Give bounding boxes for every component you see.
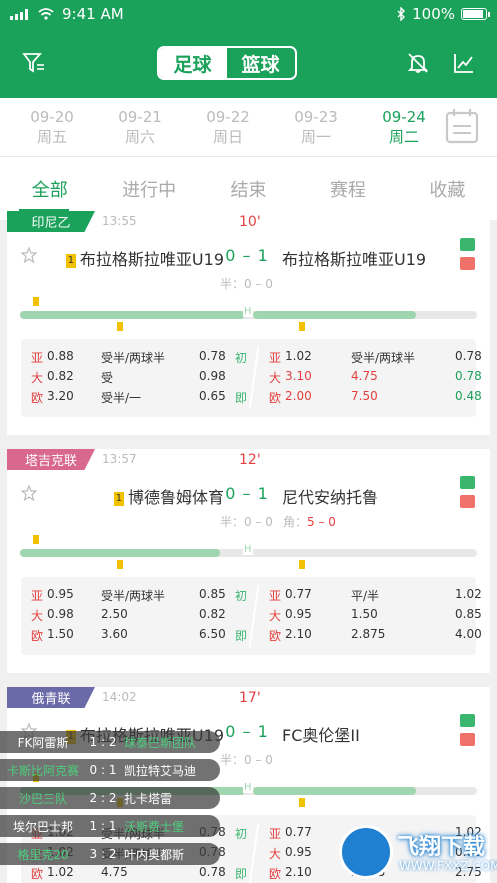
date-item[interactable]: 09-21 周六: [96, 107, 184, 147]
toast-team-1: FK阿雷斯: [17, 735, 69, 750]
away-team[interactable]: 尼代安纳托鲁: [282, 484, 378, 508]
yellow-card-count: 1: [113, 491, 124, 506]
tab-favorites[interactable]: 收藏: [398, 176, 497, 202]
battery-icon: [461, 8, 490, 20]
kickoff-time: 13:57: [102, 452, 137, 466]
league-badge[interactable]: 塔吉克联: [7, 449, 95, 470]
status-time: 9:41 AM: [62, 5, 124, 23]
match-minute: 17': [239, 690, 261, 706]
live-score-toast[interactable]: 沙巴三队 2 : 2 扎卡塔雷: [0, 787, 220, 809]
date-item[interactable]: 09-20 周五: [8, 107, 96, 147]
odds-row: 亚1.02受半/两球半0.78: [269, 349, 482, 365]
match-card[interactable]: 印尼乙 13:55 10' 1 布拉格斯拉唯亚U19 0 – 1 布拉格斯拉唯亚U19 半：0…: [7, 211, 490, 435]
tab-basketball[interactable]: 篮球: [227, 48, 295, 78]
odds-row: 欧 2.00 7.50 0.48: [269, 389, 482, 405]
toast-team-1: 卡斯比阿克赛: [6, 763, 79, 778]
filter-icon[interactable]: [22, 52, 46, 74]
match-progress: H: [20, 544, 477, 557]
event-marker: [33, 535, 39, 544]
app-header: 9:41 AM 100% 足球 篮球: [0, 0, 497, 98]
half-time-score: 半：0 – 0: [220, 277, 273, 291]
toast-score: 2 : 2: [89, 791, 117, 805]
watermark-logo: 飞翔下载 WWW.FXXZ.COM: [339, 825, 497, 879]
watermark-text: 飞翔下载: [397, 835, 486, 860]
half-time-score: 半：0 – 0: [220, 753, 273, 767]
event-marker: [33, 297, 39, 306]
away-team[interactable]: FC奥伦堡II: [282, 722, 360, 746]
score: 0 – 1: [225, 484, 269, 503]
event-marker: [299, 560, 305, 569]
odds-row: 大0.951.500.85: [269, 607, 482, 623]
favorite-star-icon[interactable]: [21, 247, 37, 263]
video-icon[interactable]: [460, 733, 475, 746]
event-marker: [299, 798, 305, 807]
match-minute: 10': [239, 214, 261, 230]
score: 0 – 1: [225, 246, 269, 265]
match-progress: H: [20, 306, 477, 319]
watermark-icon: [339, 825, 393, 879]
toast-team-1: 沙巴三队: [18, 791, 67, 806]
date-item[interactable]: 09-22 周日: [184, 107, 272, 147]
video-icon[interactable]: [460, 495, 475, 508]
kickoff-time: 13:55: [102, 214, 137, 228]
live-score-toast[interactable]: 埃尔巴士邦 1 : 1 沃斯费士堡: [0, 815, 220, 837]
battery-percent: 100%: [412, 5, 455, 23]
toast-team-2: 扎卡塔雷: [124, 791, 173, 806]
match-card[interactable]: 塔吉克联 13:57 12' 1 博德鲁姆体育 0 – 1 尼代安纳托鲁 半：0 – 0 角：5…: [7, 449, 490, 673]
league-badge[interactable]: 俄青联: [7, 687, 95, 708]
event-marker: [117, 322, 123, 331]
odds-row: 亚0.77平/半1.02: [269, 587, 482, 603]
corner-count: 角：5 – 0: [283, 515, 336, 529]
toast-team-2: 球泰巴斯团队: [124, 735, 197, 750]
event-marker: [117, 560, 123, 569]
tab-schedule[interactable]: 赛程: [298, 176, 397, 202]
toast-team-1: 埃尔巴士邦: [12, 819, 73, 834]
toast-team-1: 格里克20: [17, 847, 69, 862]
toast-team-2: 叶内奥都斯: [124, 847, 185, 862]
toast-score: 1 : 2: [89, 735, 117, 749]
kickoff-time: 14:02: [102, 690, 137, 704]
odds-panel[interactable]: 亚 0.88 受半/两球半 0.78 大 0.82 受 0.98 欧 3.20 受半/一 0.65 初即…: [21, 339, 482, 417]
calendar-icon[interactable]: [445, 108, 479, 144]
bluetooth-icon: [397, 7, 406, 21]
tab-football[interactable]: 足球: [158, 48, 227, 78]
toast-team-2: 凯拉特艾马迪: [124, 763, 197, 778]
watermark-url: WWW.FXXZ.COM: [399, 859, 497, 873]
video-icon[interactable]: [460, 257, 475, 270]
favorite-star-icon[interactable]: [21, 485, 37, 501]
date-item[interactable]: 09-23 周一: [272, 107, 360, 147]
pitch-icon[interactable]: [460, 238, 475, 251]
live-score-toast[interactable]: FK阿雷斯 1 : 2 球泰巴斯团队: [0, 731, 220, 753]
date-item-active[interactable]: 09-24 周二: [360, 107, 448, 147]
home-team[interactable]: 1布拉格斯拉唯亚U19: [65, 246, 224, 270]
live-score-toast[interactable]: 格里克20 3 : 2 叶内奥都斯: [0, 843, 220, 865]
bell-off-icon[interactable]: [407, 52, 429, 74]
tab-finished[interactable]: 结束: [199, 176, 298, 202]
toast-score: 3 : 2: [89, 847, 117, 861]
toast-score: 1 : 1: [89, 819, 117, 833]
status-bar: 9:41 AM 100%: [0, 0, 497, 28]
sport-toggle: 足球 篮球: [156, 46, 297, 80]
wifi-icon: [38, 8, 54, 20]
yellow-card-count: 1: [65, 253, 76, 268]
toast-score: 0 : 1: [89, 763, 117, 777]
live-score-toast[interactable]: 卡斯比阿克赛 0 : 1 凯拉特艾马迪: [0, 759, 220, 781]
date-selector: 09-20 周五 09-21 周六 09-22 周日 09-23 周一 09-24 周二: [0, 98, 497, 156]
signal-icon: [10, 8, 28, 20]
event-marker: [299, 322, 305, 331]
odds-row: 欧 2.10 2.875 4.00: [269, 627, 482, 643]
match-minute: 12': [239, 452, 261, 468]
pitch-icon[interactable]: [460, 714, 475, 727]
odds-panel[interactable]: 亚 0.95 受半/两球半 0.85 大 0.98 2.50 0.82 欧 1.50 3.60 6.5…: [21, 577, 482, 655]
tab-all[interactable]: 全部: [0, 176, 99, 202]
tab-live[interactable]: 进行中: [99, 176, 198, 202]
pitch-icon[interactable]: [460, 476, 475, 489]
league-badge[interactable]: 印尼乙: [7, 211, 95, 232]
half-time-score: 半：0 – 0: [220, 515, 273, 529]
odds-row: 大 3.10 4.75 0.78: [269, 369, 482, 385]
toast-team-2: 沃斯费士堡: [124, 819, 185, 834]
away-team[interactable]: 布拉格斯拉唯亚U19: [282, 246, 426, 270]
trend-chart-icon[interactable]: [453, 52, 475, 74]
